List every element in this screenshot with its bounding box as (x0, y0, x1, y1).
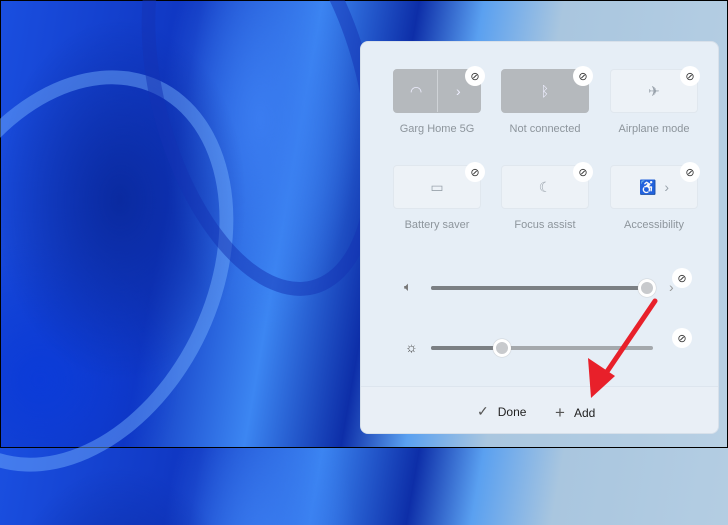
annotation-arrow (588, 298, 658, 398)
arrow-shaft (601, 298, 658, 379)
